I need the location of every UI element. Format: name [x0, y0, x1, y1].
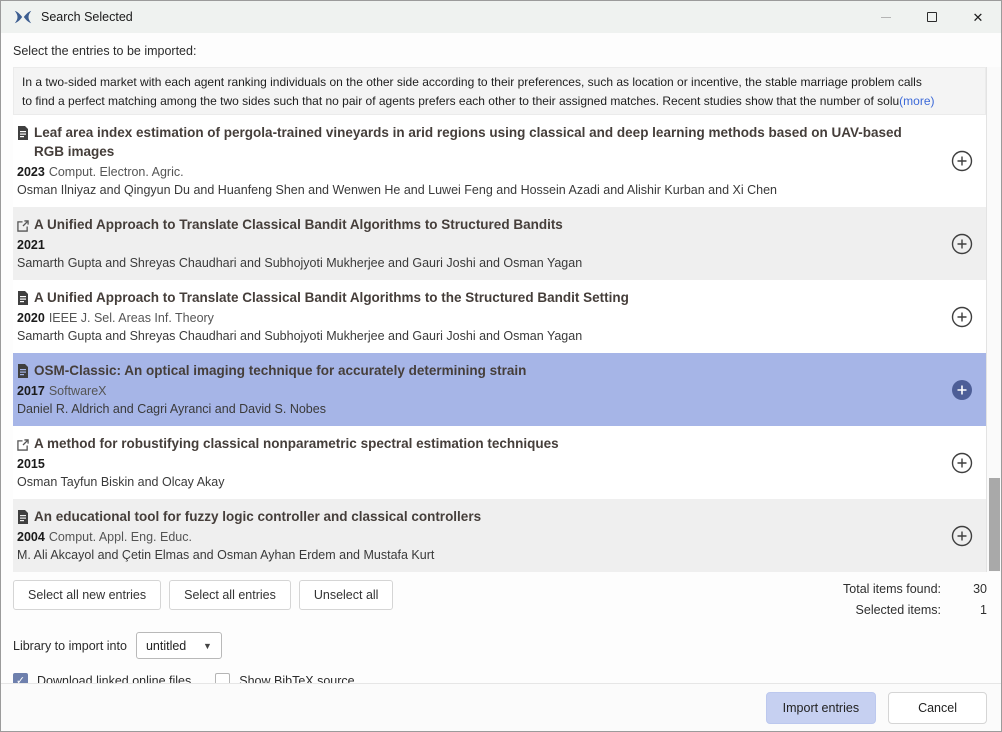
- selected-items-value: 1: [941, 603, 987, 617]
- select-all-entries-button[interactable]: Select all entries: [169, 580, 291, 610]
- entry-year: 2020: [17, 311, 45, 325]
- plus-circle-icon: [951, 306, 973, 328]
- plus-circle-icon: [951, 452, 973, 474]
- entry-row[interactable]: A Unified Approach to Translate Classica…: [13, 207, 986, 280]
- unselect-all-button[interactable]: Unselect all: [299, 580, 394, 610]
- entry-meta: 2023 Comput. Electron. Agric.: [17, 163, 938, 181]
- entry-year: 2021: [17, 238, 45, 252]
- entry-row[interactable]: A method for robustifying classical nonp…: [13, 426, 986, 499]
- library-to-import-label: Library to import into: [13, 639, 127, 653]
- entry-authors: Osman Ilniyaz and Qingyun Du and Huanfen…: [17, 181, 938, 199]
- select-all-new-entries-button[interactable]: Select all new entries: [13, 580, 161, 610]
- entry-meta: 2017 SoftwareX: [17, 382, 938, 400]
- entry-year: 2015: [17, 457, 45, 471]
- import-entries-button[interactable]: Import entries: [766, 692, 876, 724]
- abstract-line-1: In a two-sided market with each agent ra…: [22, 73, 977, 92]
- instruction-label: Select the entries to be imported:: [13, 44, 989, 58]
- selected-items-label: Selected items:: [843, 603, 941, 617]
- total-items-label: Total items found:: [843, 582, 941, 596]
- entry-title: Leaf area index estimation of pergola-tr…: [17, 123, 938, 161]
- entry-title: A method for robustifying classical nonp…: [17, 434, 938, 453]
- entry-row[interactable]: A Unified Approach to Translate Classica…: [13, 280, 986, 353]
- library-select[interactable]: untitled ▼: [136, 632, 222, 659]
- entry-journal: Comput. Electron. Agric.: [49, 165, 184, 179]
- entry-year: 2004: [17, 530, 45, 544]
- add-entry-button[interactable]: [951, 306, 973, 328]
- file-text-icon: [17, 364, 29, 378]
- footer-bar: Import entries Cancel: [1, 683, 1001, 731]
- window-title: Search Selected: [41, 10, 133, 24]
- entry-journal: IEEE J. Sel. Areas Inf. Theory: [49, 311, 214, 325]
- entry-row[interactable]: Leaf area index estimation of pergola-tr…: [13, 115, 986, 207]
- maximize-button[interactable]: [909, 1, 955, 33]
- entry-journal: SoftwareX: [49, 384, 107, 398]
- add-entry-button[interactable]: [951, 150, 973, 172]
- entry-journal: Comput. Appl. Eng. Educ.: [49, 530, 192, 544]
- entry-meta: 2004 Comput. Appl. Eng. Educ.: [17, 528, 938, 546]
- jabref-logo-icon: [14, 8, 32, 26]
- entry-row-selected[interactable]: OSM-Classic: An optical imaging techniqu…: [13, 353, 986, 426]
- add-entry-button[interactable]: [951, 379, 973, 401]
- file-text-icon: [17, 126, 29, 140]
- minimize-button[interactable]: [863, 1, 909, 33]
- vertical-scrollbar[interactable]: [986, 67, 1001, 572]
- plus-circle-filled-icon: [951, 379, 973, 401]
- close-icon: ✕: [973, 11, 984, 24]
- plus-circle-icon: [951, 150, 973, 172]
- entry-authors: Samarth Gupta and Shreyas Chaudhari and …: [17, 327, 938, 345]
- add-entry-button[interactable]: [951, 452, 973, 474]
- entries-scrollpane: In a two-sided market with each agent ra…: [13, 67, 1001, 572]
- stats-panel: Total items found: 30 Selected items: 1: [843, 582, 987, 617]
- entry-title: A Unified Approach to Translate Classica…: [17, 215, 938, 234]
- external-link-icon: [17, 438, 29, 452]
- cancel-button[interactable]: Cancel: [888, 692, 987, 724]
- library-selected-option: untitled: [146, 639, 186, 653]
- entry-authors: Osman Tayfun Biskin and Olcay Akay: [17, 473, 938, 491]
- entry-year: 2017: [17, 384, 45, 398]
- plus-circle-icon: [951, 525, 973, 547]
- entry-authors: Samarth Gupta and Shreyas Chaudhari and …: [17, 254, 938, 272]
- add-entry-button[interactable]: [951, 525, 973, 547]
- maximize-icon: [927, 12, 937, 22]
- entry-row[interactable]: An educational tool for fuzzy logic cont…: [13, 499, 986, 572]
- minimize-icon: [881, 17, 891, 18]
- total-items-value: 30: [941, 582, 987, 596]
- file-text-icon: [17, 291, 29, 305]
- abstract-line-2: to find a perfect matching among the two…: [22, 92, 977, 111]
- add-entry-button[interactable]: [951, 233, 973, 255]
- titlebar: Search Selected ✕: [1, 1, 1001, 33]
- entry-authors: M. Ali Akcayol and Çetin Elmas and Osman…: [17, 546, 938, 564]
- chevron-down-icon: ▼: [203, 641, 212, 651]
- entry-meta: 2021: [17, 236, 938, 254]
- more-link[interactable]: (more): [899, 94, 934, 108]
- entry-title: A Unified Approach to Translate Classica…: [17, 288, 938, 307]
- entry-authors: Daniel R. Aldrich and Cagri Ayranci and …: [17, 400, 938, 418]
- plus-circle-icon: [951, 233, 973, 255]
- file-text-icon: [17, 510, 29, 524]
- abstract-preview: In a two-sided market with each agent ra…: [13, 67, 986, 115]
- search-selected-dialog: Search Selected ✕ Select the entries to …: [0, 0, 1002, 732]
- external-link-icon: [17, 219, 29, 233]
- close-button[interactable]: ✕: [955, 1, 1001, 33]
- entry-meta: 2020 IEEE J. Sel. Areas Inf. Theory: [17, 309, 938, 327]
- entry-meta: 2015: [17, 455, 938, 473]
- entry-title: OSM-Classic: An optical imaging techniqu…: [17, 361, 938, 380]
- entry-year: 2023: [17, 165, 45, 179]
- scrollbar-thumb[interactable]: [989, 478, 1000, 571]
- entry-title: An educational tool for fuzzy logic cont…: [17, 507, 938, 526]
